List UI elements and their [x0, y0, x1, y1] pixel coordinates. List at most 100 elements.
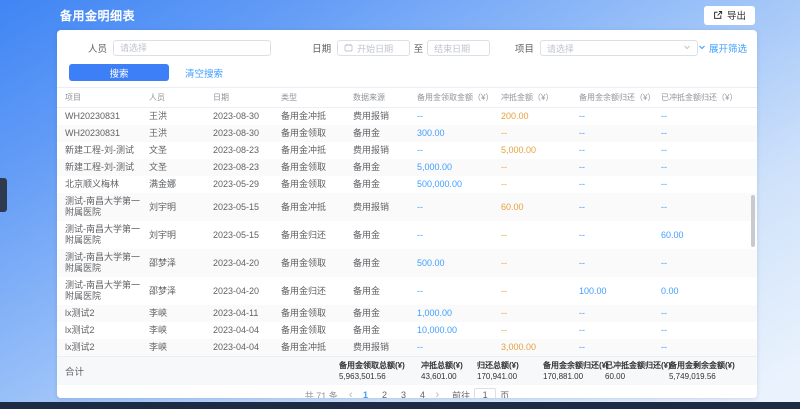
- column-header: 类型: [281, 92, 353, 103]
- goto-unit: 页: [500, 389, 509, 399]
- date-start-input[interactable]: 开始日期: [337, 40, 409, 56]
- table-row[interactable]: lx测试2李峡2023-04-04备用金领取备用金10,000.00------: [57, 322, 757, 339]
- vertical-scrollbar[interactable]: [751, 195, 755, 247]
- table-cell: 北京顺义梅林: [65, 179, 149, 190]
- column-header: 项目: [65, 92, 149, 103]
- table-cell: 刘宇明: [149, 202, 213, 213]
- table-cell: 3,000.00: [501, 342, 579, 353]
- date-end-placeholder: 结束日期: [434, 42, 470, 55]
- filter-row: 人员 日期 开始日期 至 结束日期 项目 请选择: [57, 40, 757, 56]
- clear-search-link[interactable]: 清空搜索: [185, 66, 223, 80]
- column-header: 备用金余额归还（¥）: [579, 92, 661, 103]
- table-row[interactable]: 测试-南昌大学第一附属医院刘宇明2023-05-15备用金归还备用金------…: [57, 221, 757, 249]
- table-cell: --: [417, 230, 501, 241]
- table-cell: 备用金: [353, 162, 417, 173]
- chevron-left-icon[interactable]: ‹: [349, 390, 353, 399]
- page-title: 备用金明细表: [60, 7, 135, 24]
- table-cell: 300.00: [417, 128, 501, 139]
- table-cell: 费用报销: [353, 145, 417, 156]
- table-cell: 500.00: [417, 258, 501, 269]
- table-cell: 0.00: [661, 286, 757, 297]
- table-cell: 10,000.00: [417, 325, 501, 336]
- table-cell: 备用金: [353, 258, 417, 269]
- column-header: 冲抵金额（¥）: [501, 92, 579, 103]
- export-label: 导出: [727, 8, 746, 22]
- table-cell: 王洪: [149, 111, 213, 122]
- table-cell: 文圣: [149, 162, 213, 173]
- column-header: 备用金领取金额（¥）: [417, 92, 501, 103]
- table-cell: lx测试2: [65, 308, 149, 319]
- table-body: WH20230831王洪2023-08-30备用金冲抵费用报销--200.00-…: [57, 108, 757, 356]
- table-cell: 费用报销: [353, 111, 417, 122]
- table-row[interactable]: WH20230831王洪2023-08-30备用金冲抵费用报销--200.00-…: [57, 108, 757, 125]
- table-row[interactable]: lx测试2李峡2023-04-11备用金领取备用金1,000.00------: [57, 305, 757, 322]
- calendar-icon: [344, 43, 353, 54]
- search-button[interactable]: 搜索: [69, 64, 169, 81]
- table-cell: 备用金冲抵: [281, 145, 353, 156]
- table-cell: --: [579, 162, 661, 173]
- export-button[interactable]: 导出: [704, 6, 755, 25]
- table-row[interactable]: 新建工程-刘-测试文圣2023-08-23备用金冲抵费用报销--5,000.00…: [57, 142, 757, 159]
- table-cell: 备用金归还: [281, 230, 353, 241]
- table-row[interactable]: 新建工程-刘-测试文圣2023-08-23备用金领取备用金5,000.00---…: [57, 159, 757, 176]
- table-row[interactable]: 测试-南昌大学第一附属医院刘宇明2023-05-15备用金冲抵费用报销--60.…: [57, 193, 757, 221]
- table-cell: 2023-05-15: [213, 202, 281, 213]
- summary-balance-return: 备用金余额归还(¥) 170,881.00: [543, 361, 605, 381]
- table-cell: --: [661, 258, 757, 269]
- expand-filters-link[interactable]: 展开筛选: [698, 41, 747, 55]
- table-row[interactable]: 测试-南昌大学第一附属医院邵梦泽2023-04-20备用金领取备用金500.00…: [57, 249, 757, 277]
- project-filter-select[interactable]: 请选择: [540, 40, 698, 56]
- table-cell: --: [501, 258, 579, 269]
- goto-page-input[interactable]: [474, 388, 496, 398]
- table-cell: 备用金: [353, 128, 417, 139]
- pagination-total: 共 71 条: [305, 389, 338, 399]
- person-filter-input[interactable]: [113, 40, 271, 56]
- table-cell: --: [501, 162, 579, 173]
- table-cell: 500,000.00: [417, 179, 501, 190]
- collapsed-drawer-handle[interactable]: [0, 178, 7, 212]
- table-row[interactable]: 北京顺义梅林满金娜2023-05-29备用金领取备用金500,000.00---…: [57, 176, 757, 193]
- table-cell: 备用金: [353, 286, 417, 297]
- project-select-placeholder: 请选择: [547, 42, 574, 55]
- table-cell: 费用报销: [353, 342, 417, 353]
- column-header: 数据来源: [353, 92, 417, 103]
- table-cell: lx测试2: [65, 342, 149, 353]
- table-cell: 测试-南昌大学第一附属医院: [65, 196, 149, 218]
- table-cell: 备用金归还: [281, 286, 353, 297]
- table-cell: 2023-08-30: [213, 128, 281, 139]
- table-cell: 2023-05-29: [213, 179, 281, 190]
- table-row[interactable]: 测试-南昌大学第一附属医院邵梦泽2023-04-20备用金归还备用金----10…: [57, 277, 757, 305]
- project-filter-label: 项目: [515, 41, 534, 55]
- table-row[interactable]: WH20230831王洪2023-08-30备用金领取备用金300.00----…: [57, 125, 757, 142]
- summary-remaining: 备用金剩余金额(¥) 5,749,019.56: [669, 361, 757, 381]
- pagination: 共 71 条 ‹ 1 2 3 4 › 前往 页: [57, 385, 757, 398]
- table-cell: --: [579, 308, 661, 319]
- table-cell: 费用报销: [353, 202, 417, 213]
- action-row: 搜索 清空搜索: [57, 64, 757, 81]
- table-cell: --: [501, 179, 579, 190]
- table-cell: 备用金冲抵: [281, 111, 353, 122]
- data-table: 项目人员日期类型数据来源备用金领取金额（¥）冲抵金额（¥）备用金余额归还（¥）已…: [57, 87, 757, 356]
- table-cell: 测试-南昌大学第一附属医院: [65, 280, 149, 302]
- table-cell: --: [579, 128, 661, 139]
- table-cell: --: [661, 162, 757, 173]
- page-number-4[interactable]: 4: [416, 390, 428, 398]
- table-cell: 备用金领取: [281, 308, 353, 319]
- table-row[interactable]: lx测试2李峡2023-04-04备用金冲抵费用报销--3,000.00----: [57, 339, 757, 356]
- table-cell: --: [579, 202, 661, 213]
- chevron-down-icon: [698, 43, 706, 54]
- table-cell: --: [417, 286, 501, 297]
- page-number-3[interactable]: 3: [397, 390, 409, 398]
- table-header: 项目人员日期类型数据来源备用金领取金额（¥）冲抵金额（¥）备用金余额归还（¥）已…: [57, 87, 757, 108]
- page-number-1[interactable]: 1: [359, 390, 371, 398]
- page-number-2[interactable]: 2: [378, 390, 390, 398]
- table-cell: 2023-04-04: [213, 325, 281, 336]
- date-end-input[interactable]: 结束日期: [427, 40, 490, 56]
- table-cell: 备用金冲抵: [281, 342, 353, 353]
- table-cell: --: [661, 128, 757, 139]
- table-cell: 李峡: [149, 325, 213, 336]
- date-filter-label: 日期: [312, 41, 331, 55]
- chevron-right-icon[interactable]: ›: [435, 390, 439, 399]
- table-cell: 文圣: [149, 145, 213, 156]
- table-cell: --: [417, 342, 501, 353]
